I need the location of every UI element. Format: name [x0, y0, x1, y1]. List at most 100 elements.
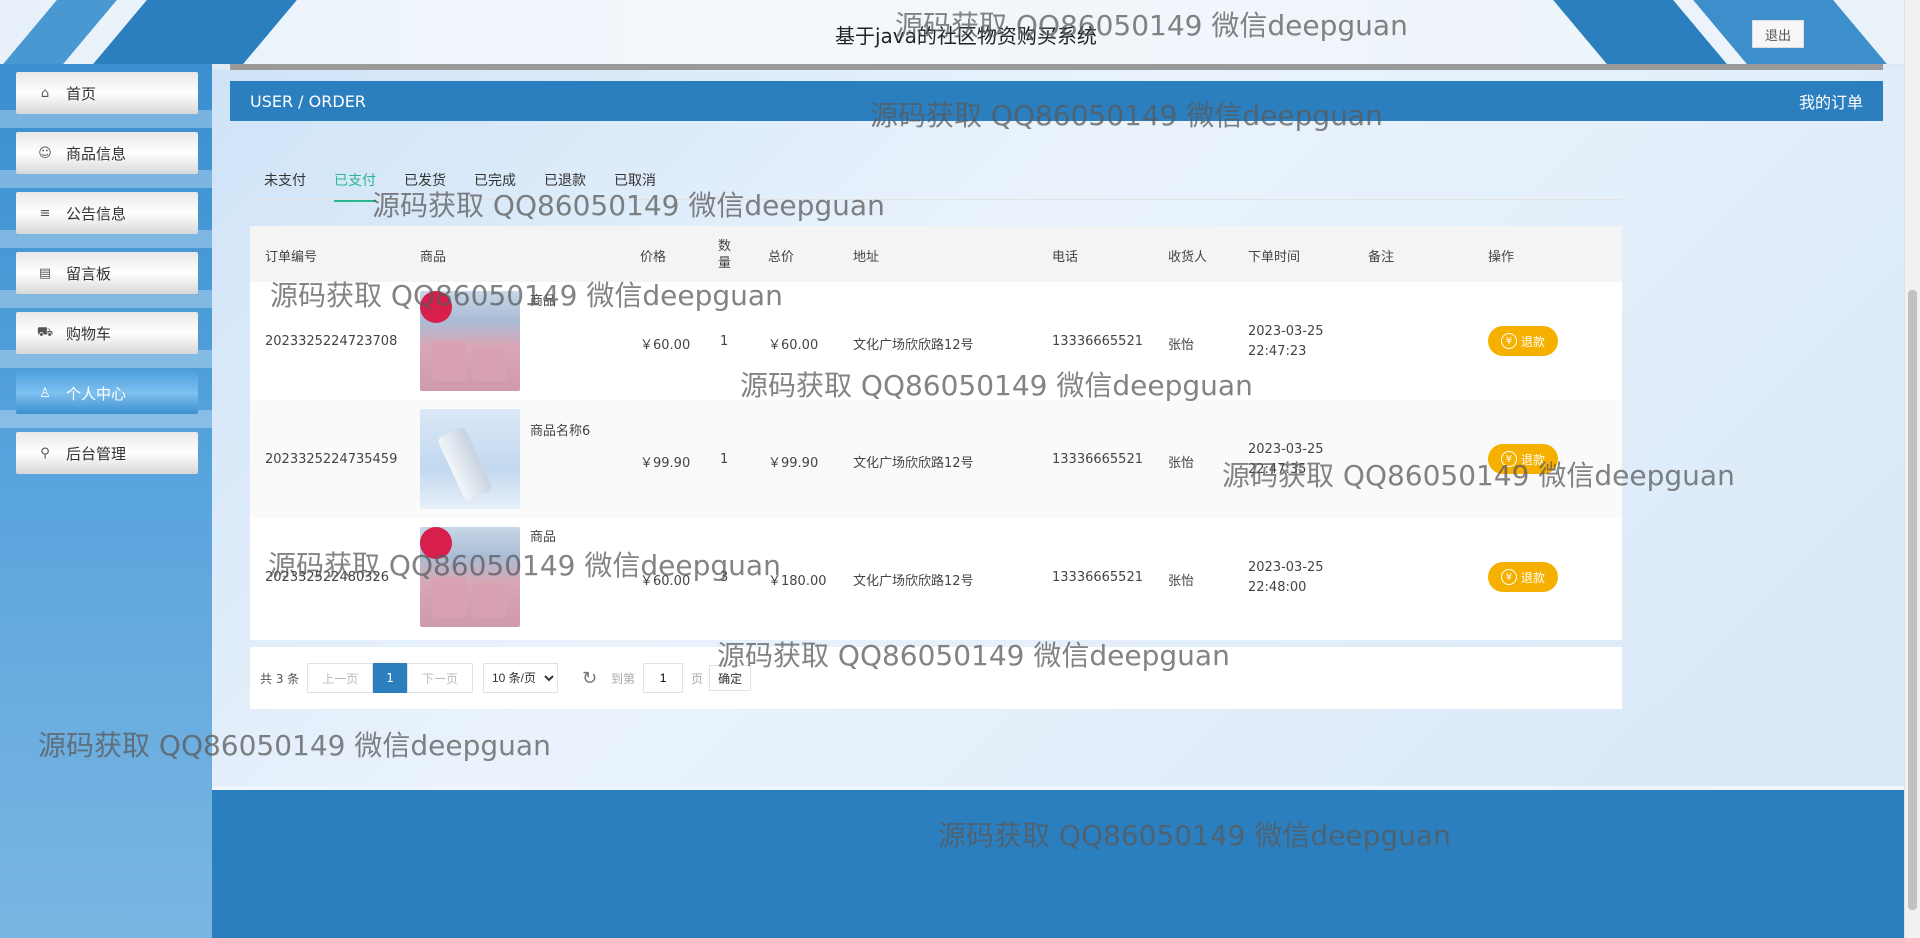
page-label: 页 — [691, 671, 704, 686]
sidebar-item-label: 个人中心 — [66, 384, 127, 403]
cup-shape — [472, 583, 506, 617]
sidebar-item-cart[interactable]: ⛟ 购物车 — [16, 312, 198, 354]
next-page-button[interactable]: 下一页 — [406, 663, 473, 693]
col-header: 价格 — [640, 250, 667, 265]
refund-label: 退款 — [1520, 334, 1545, 349]
product-image[interactable] — [420, 291, 520, 391]
order-number: 20233252248032​6 — [265, 570, 390, 585]
col-header: 地址 — [853, 250, 880, 265]
message-icon: ▤ — [38, 265, 52, 281]
product-name: 商品 — [530, 294, 557, 309]
tab-completed[interactable]: 已完成 — [474, 170, 516, 202]
tab-refunded[interactable]: 已退款 — [544, 170, 586, 202]
sidebar-item-home[interactable]: ⌂ 首页 — [16, 72, 198, 114]
product-image[interactable] — [420, 527, 520, 627]
total-count: 共 3 条 — [260, 671, 300, 686]
refund-button[interactable]: ¥ 退款 — [1488, 326, 1558, 356]
sidebar-item-label: 购物车 — [66, 324, 112, 343]
product-name: 商品名称6 — [530, 424, 591, 439]
main-content: USER / ORDER 我的订单 未支付 已支付 已发货 已完成 已退款 已取… — [212, 70, 1904, 786]
order-date: 2023-03-25 — [1248, 442, 1324, 457]
price: ￥99.90 — [640, 456, 691, 471]
receiver: 张怡 — [1168, 338, 1195, 353]
user-icon: ♙ — [39, 385, 51, 401]
scrollbar[interactable] — [1904, 0, 1920, 938]
price: ￥60.00 — [640, 574, 691, 589]
order-status-tabs: 未支付 已支付 已发货 已完成 已退款 已取消 — [264, 170, 684, 202]
order-time: 22:47:23 — [1248, 344, 1307, 359]
table-row: 2023325224735459 商品名称6 ￥99.90 1 ￥99.90 文… — [250, 400, 1622, 518]
pagination: 共 3 条 上一页 1 下一页 10 条/页 ↻ 到第 页 确定 — [250, 647, 1622, 709]
col-header: 备注 — [1368, 250, 1395, 265]
link-icon: ⚲ — [40, 445, 50, 461]
goto-label: 到第 — [611, 671, 636, 686]
page-title: 我的订单 — [1798, 93, 1863, 112]
tab-shipped[interactable]: 已发货 — [404, 170, 446, 202]
scrollbar-thumb[interactable] — [1908, 290, 1917, 910]
cup-shape — [472, 347, 506, 381]
logout-button[interactable]: 退出 — [1752, 20, 1804, 48]
promo-badge — [420, 527, 452, 559]
col-header: 订单编号 — [265, 250, 318, 265]
price: ￥60.00 — [640, 338, 691, 353]
goto-page-input[interactable] — [643, 663, 684, 693]
page-size-select[interactable]: 10 条/页 — [482, 663, 558, 693]
order-time: 22:48:00 — [1248, 580, 1307, 595]
refund-button[interactable]: ¥ 退款 — [1488, 562, 1558, 592]
sidebar-item-admin[interactable]: ⚲ 后台管理 — [16, 432, 198, 474]
sidebar-item-messages[interactable]: ▤ 留言板 — [16, 252, 198, 294]
product-name: 商品 — [530, 530, 557, 545]
address: 文化广场欣欣路12号 — [853, 338, 974, 353]
refund-label: 退款 — [1520, 570, 1545, 585]
tab-unpaid[interactable]: 未支付 — [264, 170, 306, 202]
order-time: 22:47:35 — [1248, 462, 1307, 477]
sidebar-item-products[interactable]: ☺ 商品信息 — [16, 132, 198, 174]
current-page-button[interactable]: 1 — [373, 663, 407, 693]
refund-button[interactable]: ¥ 退款 — [1488, 444, 1558, 474]
order-date: 2023-03-25 — [1248, 560, 1324, 575]
footer — [212, 786, 1904, 938]
prev-page-button[interactable]: 上一页 — [307, 663, 374, 693]
top-header: 基于java的社区物资购买系统 退出 — [0, 0, 1904, 64]
divider — [250, 199, 1622, 200]
col-header: 收货人 — [1168, 250, 1208, 265]
total-price: ￥180.00 — [768, 574, 827, 589]
confirm-button[interactable]: 确定 — [709, 665, 752, 691]
sidebar-item-notices[interactable]: ≡ 公告信息 — [16, 192, 198, 234]
site-title: 基于java的社区物资购买系统 — [835, 24, 1097, 48]
sidebar: ⌂ 首页 ☺ 商品信息 ≡ 公告信息 ▤ 留言板 ⛟ 购物车 ♙ 个人中心 ⚲ … — [0, 64, 212, 938]
receiver: 张怡 — [1168, 574, 1195, 589]
cart-icon: ⛟ — [36, 324, 54, 340]
table-row: 2023325224723708 商品 ￥60.00 1 ￥60.00 文化广场… — [250, 282, 1622, 400]
order-number: 2023325224723708 — [265, 334, 398, 349]
cup-shape — [432, 341, 466, 381]
yen-icon: ¥ — [1500, 569, 1517, 585]
notice-icon: ≡ — [39, 205, 51, 221]
total-price: ￥60.00 — [768, 338, 819, 353]
phone: 13336665521 — [1052, 334, 1143, 349]
home-icon: ⌂ — [40, 85, 50, 101]
address: 文化广场欣欣路12号 — [853, 456, 974, 471]
sidebar-item-user-center[interactable]: ♙ 个人中心 — [16, 372, 198, 414]
col-header: 总价 — [768, 250, 795, 265]
tab-cancelled[interactable]: 已取消 — [614, 170, 656, 202]
quantity: 1 — [720, 334, 729, 349]
quantity: 1 — [720, 452, 729, 467]
cup-shape — [432, 577, 466, 617]
col-header: 电话 — [1052, 250, 1079, 265]
refresh-icon[interactable]: ↻ — [582, 668, 597, 689]
order-table: 订单编号 商品 价格 数量 总价 地址 电话 收货人 下单时间 备注 操作 20… — [250, 226, 1622, 640]
breadcrumb-path: USER / ORDER — [250, 91, 366, 111]
refund-label: 退款 — [1520, 452, 1545, 467]
product-image[interactable] — [420, 409, 520, 509]
sidebar-item-label: 留言板 — [66, 264, 112, 283]
tab-paid[interactable]: 已支付 — [334, 170, 376, 202]
yen-icon: ¥ — [1500, 451, 1517, 467]
quantity: 3 — [720, 570, 729, 585]
sidebar-item-label: 首页 — [66, 84, 97, 103]
sidebar-item-label: 公告信息 — [66, 204, 127, 223]
product-icon: ☺ — [38, 145, 52, 161]
phone: 13336665521 — [1052, 452, 1143, 467]
sidebar-item-label: 后台管理 — [66, 444, 127, 463]
col-header: 商品 — [420, 250, 447, 265]
